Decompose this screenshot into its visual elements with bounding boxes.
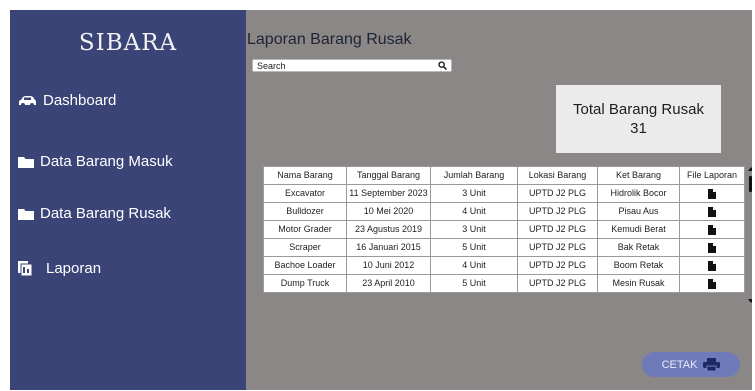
folder-icon (18, 208, 34, 220)
sidebar-item-label: Data Barang Masuk (40, 153, 173, 170)
search-box[interactable] (252, 59, 452, 72)
cell-nama: Excavator (263, 184, 347, 203)
sidebar-item-label: Dashboard (43, 92, 117, 109)
search-input[interactable] (257, 60, 417, 71)
report-icon (18, 261, 32, 276)
sidebar-item-data-barang-rusak[interactable]: Data Barang Rusak (18, 205, 171, 222)
cell-jumlah: 5 Unit (430, 274, 518, 293)
table-scrollbar[interactable] (748, 167, 752, 303)
cell-jumlah: 4 Unit (430, 202, 518, 221)
cell-tanggal: 10 Mei 2020 (346, 202, 431, 221)
column-header: Nama Barang (263, 166, 347, 185)
scroll-thumb[interactable] (749, 176, 752, 192)
cell-jumlah: 3 Unit (430, 220, 518, 239)
cell-lokasi: UPTD J2 PLG (517, 220, 598, 239)
page-title: Laporan Barang Rusak (247, 31, 412, 48)
table-header-row: Nama Barang Tanggal Barang Jumlah Barang… (263, 166, 745, 185)
file-icon[interactable] (708, 260, 716, 271)
cell-lokasi: UPTD J2 PLG (517, 256, 598, 275)
cell-lokasi: UPTD J2 PLG (517, 202, 598, 221)
cetak-button[interactable]: CETAK (642, 352, 740, 377)
scroll-up-arrow-icon[interactable] (748, 167, 752, 171)
sidebar-item-label: Laporan (46, 260, 102, 277)
table-row: Bachoe Loader 10 Juni 2012 4 Unit UPTD J… (263, 256, 745, 275)
cell-jumlah: 5 Unit (430, 238, 518, 257)
cell-file (679, 238, 745, 257)
brand-logo: SIBARA (78, 30, 178, 56)
total-value: 31 (630, 120, 647, 137)
cell-file (679, 220, 745, 239)
file-icon[interactable] (708, 188, 716, 199)
cell-nama: Motor Grader (263, 220, 347, 239)
cell-file (679, 274, 745, 293)
cell-ket: Mesin Rusak (597, 274, 680, 293)
printer-icon (703, 358, 721, 371)
cell-tanggal: 16 Januari 2015 (346, 238, 431, 257)
cetak-label: CETAK (661, 358, 698, 371)
table-row: Bulldozer 10 Mei 2020 4 Unit UPTD J2 PLG… (263, 202, 745, 221)
cell-nama: Scraper (263, 238, 347, 257)
cell-jumlah: 4 Unit (430, 256, 518, 275)
cell-lokasi: UPTD J2 PLG (517, 238, 598, 257)
car-icon (18, 95, 37, 107)
cell-file (679, 256, 745, 275)
table-row: Motor Grader 23 Agustus 2019 3 Unit UPTD… (263, 220, 745, 239)
folder-icon (18, 156, 34, 168)
cell-jumlah: 3 Unit (430, 184, 518, 203)
cell-file (679, 184, 745, 203)
sidebar-item-laporan[interactable]: Laporan (18, 260, 101, 277)
cell-ket: Kemudi Berat (597, 220, 680, 239)
file-icon[interactable] (708, 242, 716, 253)
cell-nama: Bachoe Loader (263, 256, 347, 275)
table-row: Scraper 16 Januari 2015 5 Unit UPTD J2 P… (263, 238, 745, 257)
main-content: Laporan Barang Rusak Total Barang Rusak … (246, 10, 752, 390)
cell-tanggal: 23 April 2010 (346, 274, 431, 293)
cell-ket: Bak Retak (597, 238, 680, 257)
column-header: Lokasi Barang (517, 166, 598, 185)
cell-lokasi: UPTD J2 PLG (517, 274, 598, 293)
total-barang-rusak-card: Total Barang Rusak 31 (556, 85, 721, 153)
cell-file (679, 202, 745, 221)
cell-tanggal: 10 Juni 2012 (346, 256, 431, 275)
cell-tanggal: 11 September 2023 (346, 184, 431, 203)
file-icon[interactable] (708, 278, 716, 289)
table-container: Nama Barang Tanggal Barang Jumlah Barang… (263, 166, 747, 293)
cell-tanggal: 23 Agustus 2019 (346, 220, 431, 239)
table-row: Dump Truck 23 April 2010 5 Unit UPTD J2 … (263, 274, 745, 293)
total-label: Total Barang Rusak (573, 101, 704, 118)
search-icon[interactable] (438, 61, 447, 70)
column-header: Jumlah Barang (430, 166, 518, 185)
column-header: Ket Barang (597, 166, 680, 185)
sidebar-item-dashboard[interactable]: Dashboard (18, 92, 116, 109)
file-icon[interactable] (708, 224, 716, 235)
file-icon[interactable] (708, 206, 716, 217)
cell-ket: Boom Retak (597, 256, 680, 275)
cell-lokasi: UPTD J2 PLG (517, 184, 598, 203)
scroll-down-arrow-icon[interactable] (748, 299, 752, 303)
sidebar: SIBARA Dashboard Data Barang Masuk Data … (10, 10, 246, 390)
column-header: Tanggal Barang (346, 166, 431, 185)
cell-nama: Bulldozer (263, 202, 347, 221)
cell-ket: Pisau Aus (597, 202, 680, 221)
table-row: Excavator 11 September 2023 3 Unit UPTD … (263, 184, 745, 203)
cell-ket: Hidrolik Bocor (597, 184, 680, 203)
cell-nama: Dump Truck (263, 274, 347, 293)
laporan-table: Nama Barang Tanggal Barang Jumlah Barang… (263, 166, 745, 293)
column-header: File Laporan (679, 166, 745, 185)
app-window: SIBARA Dashboard Data Barang Masuk Data … (10, 10, 752, 390)
sidebar-item-data-barang-masuk[interactable]: Data Barang Masuk (18, 153, 173, 170)
sidebar-item-label: Data Barang Rusak (40, 205, 171, 222)
